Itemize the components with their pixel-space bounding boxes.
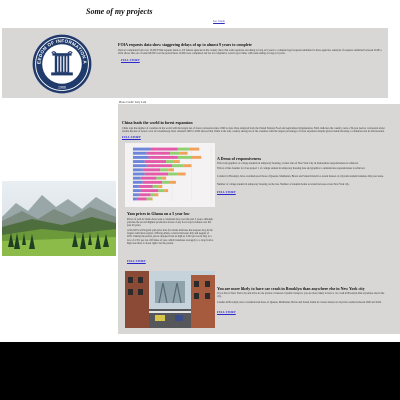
chart-bar [150,197,153,201]
chart-bar [133,168,143,172]
footer [0,342,400,400]
chart-bar [177,147,190,151]
chart-bar [160,168,169,172]
chart-bar [158,185,163,188]
yam-prices-title: Yam prices in Ghana on a 5 year low [127,211,190,216]
chart-bar [166,160,174,163]
foia-body: Data set completed from over 13,000 FOIA… [118,49,382,56]
yam-prices-body-2: A World Food Program yam price data for … [127,229,214,245]
chart-bar [140,176,157,180]
chart-bar [164,189,169,193]
chart-bar [150,147,178,151]
chart-bar [177,172,186,176]
chart-bar [138,193,151,197]
chart-bar [168,168,174,172]
page-title: Some of my projects [86,7,153,16]
chart-bar [183,164,192,168]
forest-full-story-link[interactable]: FULL STORY [122,135,141,139]
forest-title: China leads the world in forest expansio… [122,120,193,125]
chart-bar [140,189,159,193]
chart-bar [133,164,147,168]
chart-bar [148,155,178,159]
chart-bar [172,164,184,168]
responsiveness-body-4: Number of college student in temporary h… [217,183,350,186]
chart-bar [144,160,167,163]
crash-title: You are more likely to have car crash in… [217,286,365,291]
chart-bar [162,176,167,180]
chart-bar [133,197,137,201]
chart-bar [133,172,145,176]
chart-bar [144,172,169,176]
chart-bar [146,197,151,201]
chart-bar [168,172,178,176]
chart-bar [142,180,163,184]
responsiveness-bar-chart [125,143,215,207]
crash-body-1: If you live in New York City and drive i… [217,292,385,299]
chart-bar [170,151,180,155]
chart-bar [133,147,151,151]
chart-bar [133,160,145,163]
chart-bar [158,189,165,193]
responsiveness-full-story-link[interactable]: FULL STORY [217,190,236,194]
chart-bar [191,155,202,159]
responsiveness-body-2: This is a Data founder for class project… [217,167,366,170]
chart-bar [150,193,155,197]
chart-bar [138,185,153,188]
chart-bar [136,197,147,201]
chart-bar [170,180,176,184]
chart-bar [156,176,163,180]
chart-bar [146,164,172,168]
crash-body-2: Crashes in Brooklyn, have overshadowed t… [217,301,382,304]
responsiveness-body-1: This work graphics on college students i… [217,162,359,165]
chart-bar [133,155,149,159]
chart-bar [173,160,180,163]
yam-prices-body-1: Prices of yam in Ghana have seen a consi… [127,218,213,228]
foia-seal-icon: FREEDOM OF INFORMATION ACT 1966 [32,34,92,94]
crash-full-story-link[interactable]: FULL STORY [217,310,236,314]
chart-bar [133,189,141,193]
chart-bar [177,155,192,159]
chart-bar [152,185,159,188]
chart-bar [133,180,143,184]
forest-landscape-image [2,181,116,256]
chart-bar [142,168,161,172]
chart-bar [133,193,139,197]
chart-bar [133,151,147,155]
chart-bar [133,185,139,188]
chart-bar [179,151,188,155]
chart-bar [133,176,141,180]
forest-body: China tops the number of countries in th… [122,127,385,134]
responsiveness-body-3: Conduct in Brooklyn, have overshadowed t… [217,175,384,178]
chart-bar [146,151,171,155]
yam-prices-full-story-link[interactable]: FULL STORY [127,259,146,263]
seal-year: 1966 [58,86,66,90]
brooklyn-street-image [125,271,215,328]
chart-bar [162,180,171,184]
chart-bar [189,147,200,151]
go-back-link[interactable]: Go back [213,19,225,23]
responsiveness-title: A Demo of responsiveness [217,156,262,161]
foia-full-story-link[interactable]: FULL STORY [121,58,140,62]
foia-title: FOIA requests data show staggering delay… [118,42,252,47]
chart-bar [154,193,159,197]
